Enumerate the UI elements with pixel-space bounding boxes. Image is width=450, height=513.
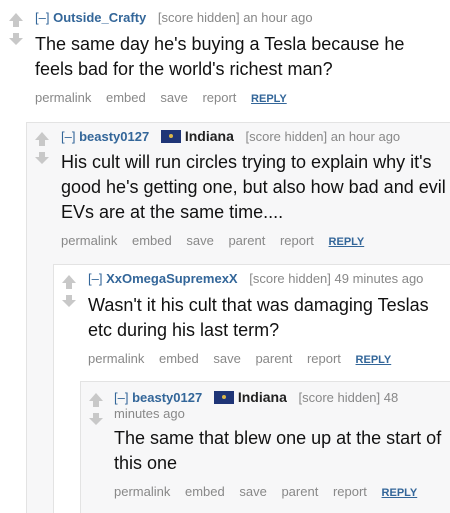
comment-body: The same day he's buying a Tesla because… — [35, 34, 405, 79]
save-button[interactable]: save — [213, 351, 240, 366]
comment-buttons: permalink embed save parent report REPLY — [88, 351, 402, 366]
vote-arrows — [8, 12, 26, 46]
collapse-toggle[interactable]: [–] — [114, 390, 128, 405]
author-link[interactable]: beasty0127 — [79, 129, 149, 144]
downvote-arrow-icon[interactable] — [34, 151, 50, 165]
vote-arrows — [61, 274, 79, 308]
comment-tagline: [–] beasty0127 Indiana [score hidden] 48… — [114, 389, 444, 422]
comment-buttons: permalink embed save report REPLY — [35, 90, 298, 105]
report-button[interactable]: report — [307, 351, 341, 366]
collapse-toggle[interactable]: [–] — [35, 10, 49, 25]
collapse-toggle[interactable]: [–] — [61, 129, 75, 144]
vote-arrows — [34, 131, 52, 165]
comment-tagline: [–] XxOmegaSupremexX [score hidden] 49 m… — [88, 271, 423, 287]
comment-buttons: permalink embed save parent report REPLY — [61, 233, 375, 248]
permalink-button[interactable]: permalink — [35, 90, 91, 105]
upvote-arrow-icon[interactable] — [8, 12, 24, 28]
comment-body: His cult will run circles trying to expl… — [61, 152, 446, 222]
user-flair: Indiana — [237, 389, 287, 405]
author-link[interactable]: Outside_Crafty — [53, 10, 146, 25]
embed-button[interactable]: embed — [132, 233, 172, 248]
save-button[interactable]: save — [160, 90, 187, 105]
comment-buttons: permalink embed save parent report REPLY — [114, 484, 428, 499]
downvote-arrow-icon[interactable] — [8, 32, 24, 46]
score-timestamp: [score hidden] an hour ago — [245, 129, 401, 144]
parent-button[interactable]: parent — [281, 484, 318, 499]
upvote-arrow-icon[interactable] — [88, 392, 104, 408]
author-link[interactable]: beasty0127 — [132, 390, 202, 405]
parent-button[interactable]: parent — [228, 233, 265, 248]
save-button[interactable]: save — [239, 484, 266, 499]
embed-button[interactable]: embed — [159, 351, 199, 366]
downvote-arrow-icon[interactable] — [88, 412, 104, 426]
embed-button[interactable]: embed — [185, 484, 225, 499]
permalink-button[interactable]: permalink — [114, 484, 170, 499]
author-link[interactable]: XxOmegaSupremexX — [106, 271, 238, 286]
parent-button[interactable]: parent — [255, 351, 292, 366]
downvote-arrow-icon[interactable] — [61, 294, 77, 308]
score-timestamp: [score hidden] an hour ago — [157, 10, 313, 25]
score-timestamp: [score hidden] 49 minutes ago — [249, 271, 424, 286]
embed-button[interactable]: embed — [106, 90, 146, 105]
comment-body: The same that blew one up at the start o… — [114, 428, 442, 473]
indiana-flag-icon — [160, 130, 181, 143]
report-button[interactable]: report — [280, 233, 314, 248]
vote-arrows — [88, 392, 106, 426]
reply-button[interactable]: REPLY — [329, 236, 365, 248]
reply-button[interactable]: REPLY — [382, 487, 418, 499]
report-button[interactable]: report — [202, 90, 236, 105]
collapse-toggle[interactable]: [–] — [88, 271, 102, 286]
comment-body: Wasn't it his cult that was damaging Tes… — [88, 295, 429, 340]
upvote-arrow-icon[interactable] — [61, 274, 77, 290]
reply-button[interactable]: REPLY — [356, 354, 392, 366]
user-flair: Indiana — [184, 128, 234, 144]
permalink-button[interactable]: permalink — [88, 351, 144, 366]
reply-button[interactable]: REPLY — [251, 93, 287, 105]
comment-tagline: [–] Outside_Crafty [score hidden] an hou… — [35, 10, 313, 26]
indiana-flag-icon — [213, 391, 234, 404]
upvote-arrow-icon[interactable] — [34, 131, 50, 147]
permalink-button[interactable]: permalink — [61, 233, 117, 248]
report-button[interactable]: report — [333, 484, 367, 499]
save-button[interactable]: save — [186, 233, 213, 248]
comment-tagline: [–] beasty0127 Indiana [score hidden] an… — [61, 128, 400, 145]
